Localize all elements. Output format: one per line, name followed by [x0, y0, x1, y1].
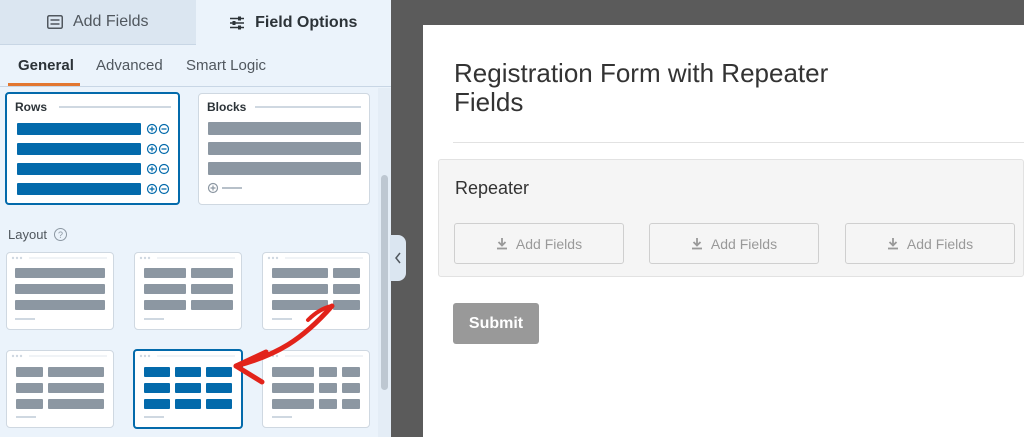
layout-label-row: Layout ? [8, 227, 68, 242]
help-icon[interactable]: ? [54, 228, 68, 241]
tab-field-options-label: Field Options [255, 13, 358, 31]
layout-option-4[interactable] [6, 350, 114, 428]
tab-add-fields[interactable]: Add Fields [0, 0, 196, 45]
title-divider [453, 142, 1024, 143]
tab-add-fields-label: Add Fields [72, 13, 149, 30]
blocks-preview [207, 106, 361, 194]
download-icon [887, 237, 899, 250]
rows-preview [17, 106, 171, 195]
add-fields-slot-3[interactable]: Add Fields [845, 223, 1015, 264]
display-option-rows[interactable]: Rows [5, 92, 180, 205]
active-tab-underline [8, 83, 80, 86]
repeater-field[interactable]: Repeater Add Fields Add Fields Add Field… [438, 159, 1024, 277]
chevron-left-icon [394, 252, 402, 264]
annotation-arrow [233, 303, 335, 385]
add-fields-label: Add Fields [906, 235, 974, 252]
tab-general[interactable]: General [18, 57, 74, 74]
panel-tabs: Add Fields Field Options [0, 0, 391, 45]
submit-button[interactable]: Submit [453, 303, 539, 344]
display-option-blocks[interactable]: Blocks [198, 93, 370, 205]
options-subtabs: General Advanced Smart Logic [0, 45, 391, 87]
download-icon [496, 237, 508, 250]
tab-advanced[interactable]: Advanced [96, 57, 163, 74]
add-fields-slot-1[interactable]: Add Fields [454, 223, 624, 264]
tab-smart-logic[interactable]: Smart Logic [186, 57, 266, 74]
form-preview: Registration Form with Repeater Fields R… [423, 25, 1024, 437]
add-fields-slot-2[interactable]: Add Fields [649, 223, 819, 264]
add-fields-label: Add Fields [515, 235, 583, 252]
repeater-label: Repeater [455, 178, 530, 198]
layout-option-1[interactable] [6, 252, 114, 330]
sliders-icon [229, 16, 245, 30]
download-icon [691, 237, 703, 250]
tab-field-options[interactable]: Field Options [195, 0, 391, 45]
add-fields-label: Add Fields [710, 235, 778, 252]
layout-label: Layout [8, 227, 48, 242]
form-title: Registration Form with Repeater Fields [454, 58, 829, 117]
scrollbar-thumb[interactable] [381, 175, 388, 390]
list-icon [46, 15, 63, 29]
collapse-panel-button[interactable] [390, 235, 406, 281]
